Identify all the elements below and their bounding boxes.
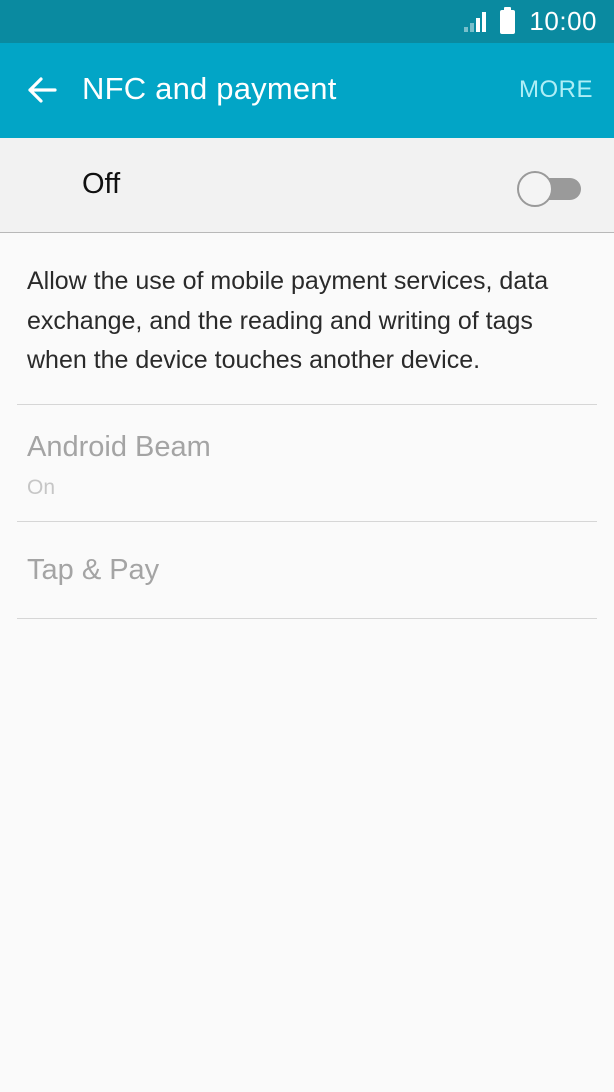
master-switch-label: Off	[82, 168, 121, 200]
back-button[interactable]	[22, 70, 62, 110]
setting-title: Tap & Pay	[27, 554, 160, 586]
more-button[interactable]: MORE	[519, 76, 593, 104]
page-title: NFC and payment	[82, 71, 337, 106]
battery-icon	[500, 6, 516, 34]
setting-tap-and-pay[interactable]: Tap & Pay	[0, 522, 614, 618]
nfc-master-switch-row[interactable]: Off	[0, 138, 614, 233]
divider	[17, 618, 597, 619]
nfc-toggle[interactable]	[517, 171, 583, 207]
setting-summary: On	[27, 476, 56, 499]
setting-title: Android Beam	[27, 431, 211, 463]
status-bar: 10:00	[0, 0, 614, 43]
arrow-left-icon	[28, 77, 57, 103]
nfc-description: Allow the use of mobile payment services…	[27, 267, 549, 374]
signal-icon	[464, 11, 487, 32]
setting-android-beam[interactable]: Android Beam On	[0, 405, 614, 521]
toggle-thumb	[517, 171, 553, 207]
status-time: 10:00	[529, 6, 597, 36]
app-bar: NFC and payment MORE	[0, 43, 614, 138]
